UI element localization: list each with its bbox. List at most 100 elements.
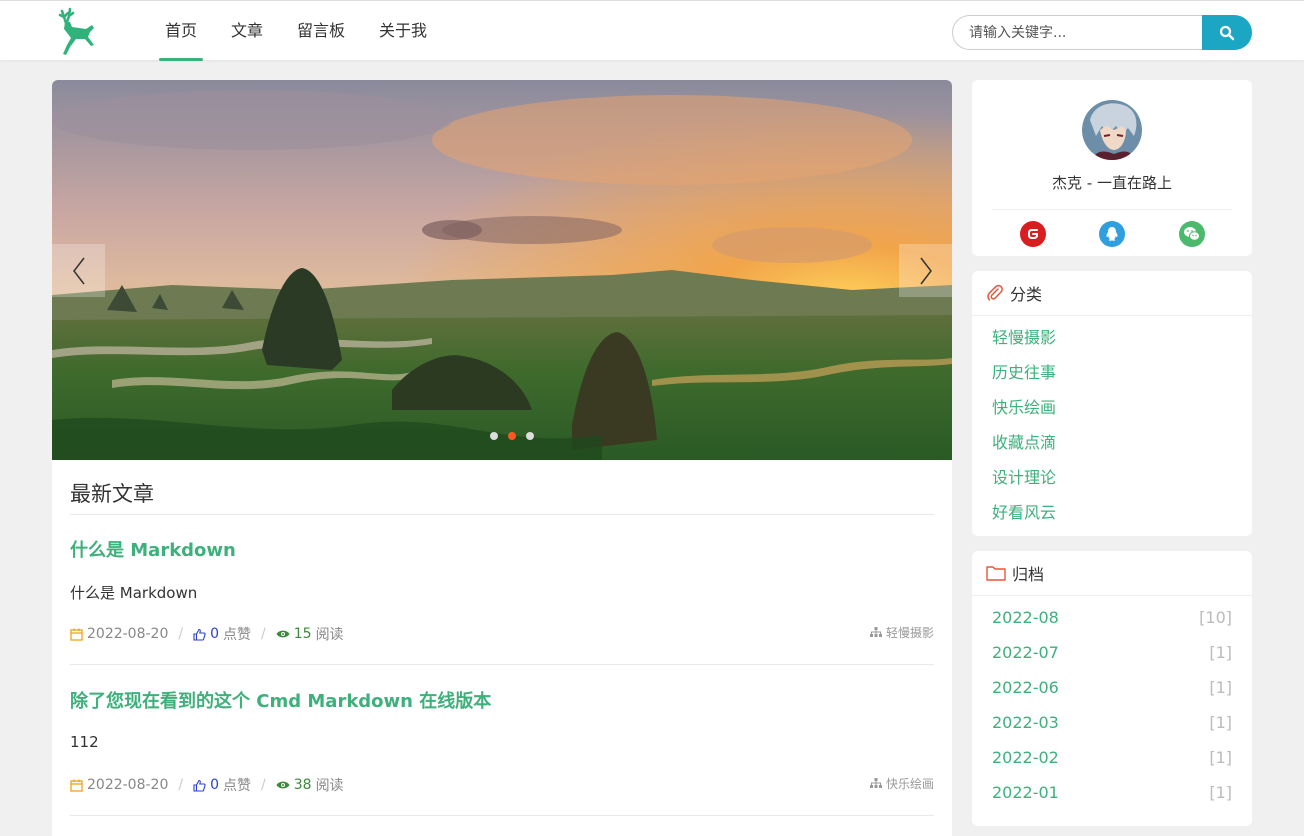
archive-month: 2022-08 [992, 608, 1059, 627]
likes-label: 点赞 [223, 627, 252, 643]
archive-item[interactable]: 2022-06 [1] [972, 670, 1252, 705]
folder-icon [986, 566, 1006, 581]
calendar-icon [70, 628, 83, 641]
archive-item[interactable]: 2022-08 [10] [972, 600, 1252, 635]
article-date-text: 2022-08-20 [87, 626, 169, 642]
nav-item-guestbook[interactable]: 留言板 [290, 1, 352, 61]
article-summary: 112 [70, 733, 99, 751]
category-item[interactable]: 设计理论 [972, 460, 1252, 495]
article-likes[interactable]: 0 点赞 [193, 624, 251, 644]
archive-month: 2022-01 [992, 783, 1059, 802]
reads-count: 15 [293, 626, 312, 642]
article-reads: 15 阅读 [276, 624, 344, 644]
article-title[interactable]: 什么是 Markdown [70, 536, 934, 562]
article-summary: 什么是 Markdown [70, 584, 198, 602]
article-reads: 38 阅读 [276, 775, 344, 795]
category-card-header: 分类 [972, 271, 1252, 316]
meta-separator: / [178, 626, 184, 642]
archive-item[interactable]: 2022-01 [1] [972, 775, 1252, 810]
chevron-left-icon [72, 257, 85, 284]
deer-logo-icon[interactable] [50, 7, 98, 57]
main-nav: 首页 文章 留言板 关于我 [158, 1, 454, 61]
category-item[interactable]: 轻慢摄影 [972, 320, 1252, 355]
category-item[interactable]: 快乐绘画 [972, 390, 1252, 425]
profile-divider [992, 209, 1232, 210]
carousel-dot[interactable] [490, 432, 498, 440]
archive-count: [1] [1209, 713, 1232, 732]
carousel-indicators [490, 432, 534, 440]
search-box [952, 15, 1252, 50]
archive-month: 2022-03 [992, 713, 1059, 732]
search-button[interactable] [1202, 15, 1252, 50]
archive-month: 2022-02 [992, 748, 1059, 767]
eye-icon [276, 630, 290, 638]
calendar-icon [70, 779, 83, 792]
article-item: 什么是 Markdown 什么是 Markdown 2022-08-20 / 0… [70, 536, 934, 665]
archive-month: 2022-07 [992, 643, 1059, 662]
article-category[interactable]: 快乐绘画 [869, 775, 934, 792]
section-title: 最新文章 [70, 482, 154, 506]
chevron-right-icon [919, 257, 932, 284]
carousel-dot[interactable] [526, 432, 534, 440]
archive-card: 归档 2022-08 [10] 2022-07 [1] 2022-06 [1] 202… [972, 551, 1252, 826]
category-card-title: 分类 [1010, 285, 1043, 304]
top-header: 首页 文章 留言板 关于我 [0, 0, 1304, 61]
section-divider [70, 514, 934, 515]
archive-month: 2022-06 [992, 678, 1059, 697]
archive-card-title: 归档 [1012, 565, 1045, 584]
article-likes[interactable]: 0 点赞 [193, 775, 251, 795]
article-divider [70, 815, 934, 816]
meta-separator: / [261, 626, 266, 642]
landscape-slide-image [52, 80, 952, 460]
archive-count: [1] [1209, 748, 1232, 767]
category-item[interactable]: 收藏点滴 [972, 425, 1252, 460]
search-input[interactable] [952, 15, 1202, 50]
article-date: 2022-08-20 [70, 626, 168, 642]
eye-icon [276, 781, 290, 789]
article-category-label: 快乐绘画 [885, 777, 934, 791]
category-list: 轻慢摄影 历史往事 快乐绘画 收藏点滴 设计理论 好看风云 [972, 316, 1252, 530]
sitemap-icon [869, 627, 882, 637]
reads-count: 38 [293, 777, 312, 793]
archive-count: [1] [1209, 643, 1232, 662]
meta-separator: / [261, 777, 266, 793]
avatar[interactable] [1082, 100, 1142, 160]
thumbs-up-icon [193, 779, 206, 792]
main-content: 最新文章 什么是 Markdown 什么是 Markdown 2022-08-2… [52, 80, 952, 836]
image-carousel[interactable] [52, 80, 952, 460]
sitemap-icon [869, 778, 882, 788]
nav-item-home[interactable]: 首页 [158, 1, 204, 61]
carousel-dot-active[interactable] [508, 432, 516, 440]
paperclip-icon [987, 284, 1003, 301]
nav-item-articles[interactable]: 文章 [224, 1, 270, 61]
archive-count: [10] [1199, 608, 1232, 627]
article-divider [70, 664, 934, 665]
article-category-label: 轻慢摄影 [885, 626, 934, 640]
archive-card-header: 归档 [972, 551, 1252, 596]
archive-item[interactable]: 2022-03 [1] [972, 705, 1252, 740]
archive-item[interactable]: 2022-07 [1] [972, 635, 1252, 670]
nav-item-about[interactable]: 关于我 [372, 1, 434, 61]
meta-separator: / [178, 777, 184, 793]
archive-item[interactable]: 2022-02 [1] [972, 740, 1252, 775]
profile-card: 杰克 - 一直在路上 [972, 80, 1252, 256]
likes-label: 点赞 [223, 778, 252, 794]
article-meta: 2022-08-20 / 0 点赞 / 38 阅读 快乐绘画 [70, 775, 934, 795]
category-item[interactable]: 历史往事 [972, 355, 1252, 390]
wechat-icon[interactable] [1179, 221, 1205, 247]
carousel-next-button[interactable] [899, 244, 952, 297]
article-meta: 2022-08-20 / 0 点赞 / 15 阅读 轻慢摄影 [70, 624, 934, 644]
thumbs-up-icon [193, 628, 206, 641]
qq-icon[interactable] [1099, 221, 1125, 247]
article-date-text: 2022-08-20 [87, 777, 169, 793]
reads-label: 阅读 [315, 778, 344, 794]
article-date: 2022-08-20 [70, 777, 168, 793]
gitee-icon[interactable] [1020, 221, 1046, 247]
article-category[interactable]: 轻慢摄影 [869, 624, 934, 641]
anime-avatar-image [1082, 100, 1142, 160]
article-title[interactable]: 除了您现在看到的这个 Cmd Markdown 在线版本 [70, 687, 934, 713]
article-item: 除了您现在看到的这个 Cmd Markdown 在线版本 112 2022-08… [70, 687, 934, 816]
archive-count: [1] [1209, 783, 1232, 802]
category-item[interactable]: 好看风云 [972, 495, 1252, 530]
carousel-prev-button[interactable] [52, 244, 105, 297]
